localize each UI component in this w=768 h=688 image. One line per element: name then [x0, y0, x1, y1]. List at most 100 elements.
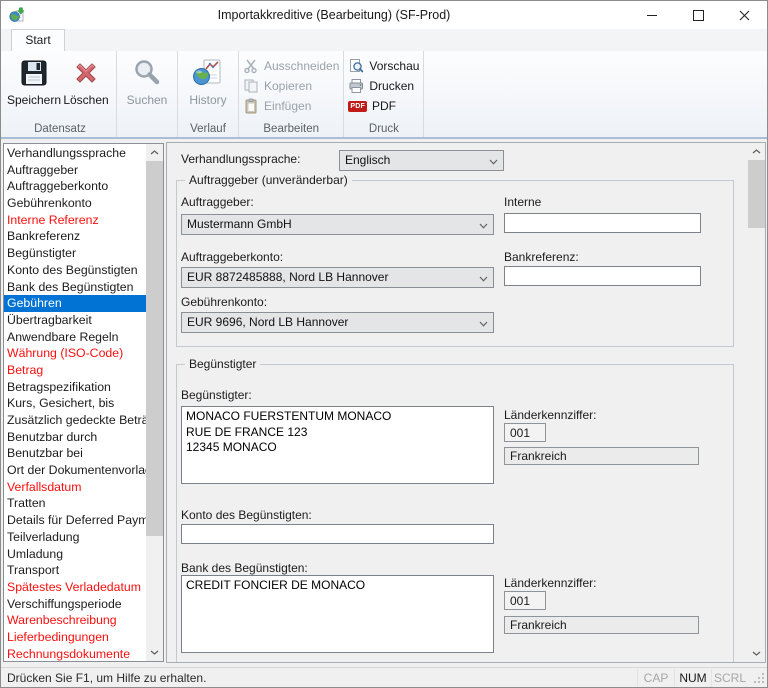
sidebar-item-6[interactable]: Begünstigter: [4, 245, 146, 262]
konto-beguenstigten-label: Konto des Begünstigten:: [181, 508, 312, 522]
sidebar-item-30[interactable]: Rechnungsdokumente: [4, 646, 146, 661]
scroll-indicator: SCRL: [711, 669, 748, 687]
auftraggeberkonto-value: EUR 8872485888, Nord LB Hannover: [187, 270, 388, 284]
sidebar-item-3[interactable]: Gebührenkonto: [4, 195, 146, 212]
auftraggeber-group-title: Auftraggeber (unveränderbar): [185, 173, 352, 187]
interne-input[interactable]: [504, 213, 701, 233]
sidebar-item-5[interactable]: Bankreferenz: [4, 228, 146, 245]
scroll-down-icon[interactable]: [748, 645, 765, 662]
resize-grip-icon[interactable]: [752, 671, 766, 685]
sidebar-item-7[interactable]: Konto des Begünstigten: [4, 262, 146, 279]
ribbon-tab-row: Start: [1, 29, 767, 51]
printer-icon: [348, 78, 364, 94]
loeschen-label: Löschen: [63, 93, 108, 107]
kopieren-button[interactable]: Kopieren: [243, 78, 339, 94]
sidebar-item-8[interactable]: Bank des Begünstigten: [4, 279, 146, 296]
sidebar-item-9[interactable]: Gebühren: [4, 295, 146, 312]
kopieren-label: Kopieren: [264, 79, 312, 93]
history-button[interactable]: History: [182, 53, 234, 121]
cut-icon: [243, 58, 259, 74]
bank-beguenstigten-textarea[interactable]: CREDIT FONCIER DE MONACO: [181, 575, 494, 653]
field-list: VerhandlungsspracheAuftraggeberAuftragge…: [4, 145, 146, 661]
speichern-button[interactable]: Speichern: [8, 53, 60, 121]
land-value-1: Frankreich: [504, 447, 699, 465]
gebuehrenkonto-value: EUR 9696, Nord LB Hannover: [187, 315, 348, 329]
ribbon-group-label-bearbeiten: Bearbeiten: [239, 123, 343, 135]
pdf-label: PDF: [372, 99, 396, 113]
sidebar-item-17[interactable]: Benutzbar durch: [4, 429, 146, 446]
suchen-button[interactable]: Suchen: [121, 53, 173, 121]
sidebar-item-24[interactable]: Umladung: [4, 546, 146, 563]
ribbon-group-label-verlauf: Verlauf: [178, 123, 238, 135]
beguenstigter-textarea[interactable]: MONACO FUERSTENTUM MONACO RUE DE FRANCE …: [181, 406, 494, 484]
drucken-button[interactable]: Drucken: [348, 78, 419, 94]
save-icon: [18, 57, 50, 89]
copy-icon: [243, 78, 259, 94]
sidebar-item-23[interactable]: Teilverladung: [4, 529, 146, 546]
minimize-button[interactable]: [629, 1, 675, 29]
minimize-icon: [647, 15, 657, 16]
search-icon: [131, 57, 163, 89]
sidebar-item-21[interactable]: Tratten: [4, 495, 146, 512]
chevron-down-icon: [479, 223, 488, 229]
sidebar-item-10[interactable]: Übertragbarkeit: [4, 312, 146, 329]
bankreferenz-input[interactable]: [504, 266, 701, 286]
verhandlungssprache-select[interactable]: Englisch: [339, 150, 504, 171]
sidebar-item-25[interactable]: Transport: [4, 562, 146, 579]
scroll-up-icon[interactable]: [748, 143, 765, 160]
pdf-button[interactable]: PDF PDF: [348, 98, 419, 114]
sidebar-item-13[interactable]: Betrag: [4, 362, 146, 379]
sidebar-item-11[interactable]: Anwendbare Regeln: [4, 329, 146, 346]
loeschen-button[interactable]: Löschen: [60, 53, 112, 121]
einfuegen-button[interactable]: Einfügen: [243, 98, 339, 114]
content-scroll-thumb[interactable]: [748, 160, 765, 228]
sidebar-item-27[interactable]: Verschiffungsperiode: [4, 596, 146, 613]
maximize-icon: [693, 10, 704, 21]
scroll-up-icon[interactable]: [146, 144, 163, 161]
sidebar-item-2[interactable]: Auftraggeberkonto: [4, 178, 146, 195]
auftraggeber-label: Auftraggeber:: [181, 195, 254, 209]
speichern-label: Speichern: [7, 93, 61, 107]
scroll-down-icon[interactable]: [146, 644, 163, 661]
laenderkennziffer-label-1: Länderkennziffer:: [504, 408, 597, 422]
sidebar-item-20[interactable]: Verfallsdatum: [4, 479, 146, 496]
ribbon-group-suchen: Suchen: [117, 51, 178, 137]
sidebar-item-15[interactable]: Kurs, Gesichert, bis: [4, 395, 146, 412]
sidebar-item-4[interactable]: Interne Referenz: [4, 212, 146, 229]
ribbon-group-label-druck: Druck: [344, 123, 423, 135]
auftraggeber-select[interactable]: Mustermann GmbH: [181, 214, 494, 235]
gebuehrenkonto-select[interactable]: EUR 9696, Nord LB Hannover: [181, 312, 494, 333]
close-icon: [739, 10, 750, 21]
ausschneiden-label: Ausschneiden: [264, 59, 339, 73]
sidebar-item-14[interactable]: Betragspezifikation: [4, 379, 146, 396]
konto-beguenstigten-input[interactable]: [181, 524, 494, 544]
pdf-icon: PDF: [348, 101, 367, 112]
close-button[interactable]: [721, 1, 767, 29]
ausschneiden-button[interactable]: Ausschneiden: [243, 58, 339, 74]
suchen-label: Suchen: [127, 93, 168, 107]
sidebar-item-16[interactable]: Zusätzlich gedeckte Beträg: [4, 412, 146, 429]
auftraggeberkonto-select[interactable]: EUR 8872485888, Nord LB Hannover: [181, 267, 494, 288]
tab-start[interactable]: Start: [11, 29, 65, 51]
vorschau-button[interactable]: Vorschau: [348, 58, 419, 74]
sidebar-item-0[interactable]: Verhandlungssprache: [4, 145, 146, 162]
app-window: Importakkreditive (Bearbeitung) (SF-Prod…: [0, 0, 768, 688]
ribbon: Speichern Löschen Datensatz: [1, 51, 767, 139]
field-listbox: VerhandlungsspracheAuftraggeberAuftragge…: [3, 143, 164, 662]
sidebar-item-22[interactable]: Details für Deferred Payme: [4, 512, 146, 529]
sidebar-item-19[interactable]: Ort der Dokumentenvorlag: [4, 462, 146, 479]
sidebar-scrollbar[interactable]: [146, 144, 163, 661]
sidebar-item-28[interactable]: Warenbeschreibung: [4, 612, 146, 629]
sidebar-item-18[interactable]: Benutzbar bei: [4, 445, 146, 462]
sidebar-item-29[interactable]: Lieferbedingungen: [4, 629, 146, 646]
sidebar-scroll-thumb[interactable]: [146, 161, 163, 536]
verhandlungssprache-value: Englisch: [345, 153, 390, 167]
delete-icon: [70, 57, 102, 89]
content-scrollbar[interactable]: [748, 143, 765, 662]
ribbon-group-label-datensatz: Datensatz: [4, 123, 116, 135]
sidebar-item-1[interactable]: Auftraggeber: [4, 162, 146, 179]
vorschau-label: Vorschau: [369, 59, 419, 73]
sidebar-item-26[interactable]: Spätestes Verladedatum: [4, 579, 146, 596]
maximize-button[interactable]: [675, 1, 721, 29]
sidebar-item-12[interactable]: Währung (ISO-Code): [4, 345, 146, 362]
